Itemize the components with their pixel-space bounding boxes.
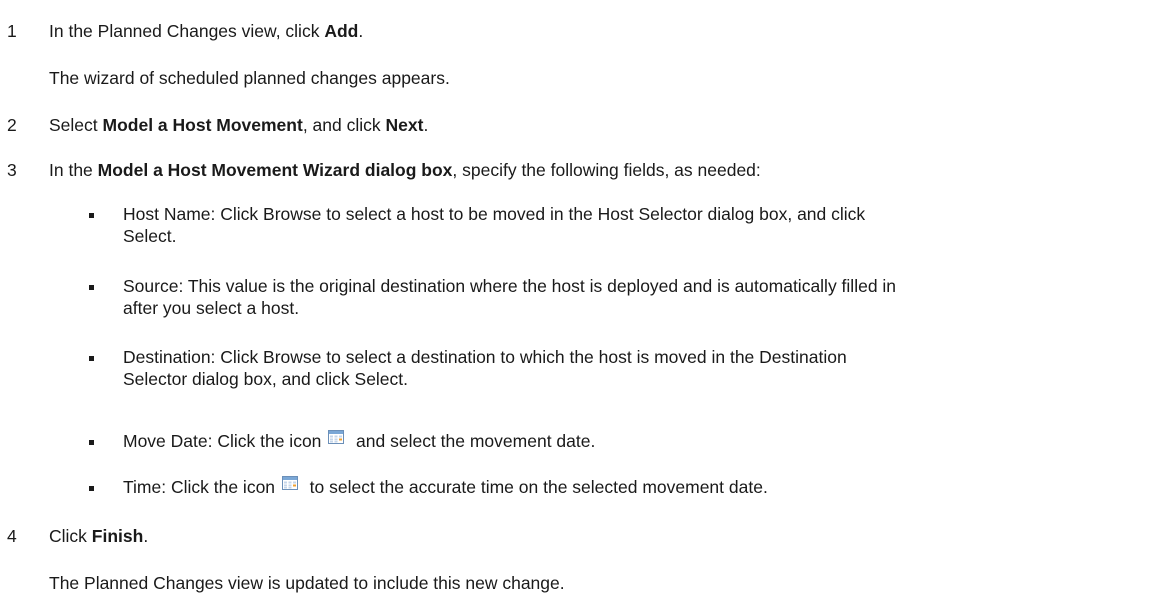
bullet-move-date-post: and select the movement date. [356,431,596,451]
step-4-post: . [143,526,149,546]
step-2-post: . [423,115,429,135]
step-number-3: 3 [7,160,17,180]
bullet-time-pre: Time: Click the icon [123,477,276,497]
step-4-text: Click Finish. [49,525,148,547]
calendar-icon[interactable] [281,476,298,490]
step-3-pre: In the [49,160,98,180]
bullet-time-post: to select the accurate time on the selec… [309,477,768,497]
bullet-line: Selector dialog box, and click Select. [123,369,409,389]
step-4-bold: Finish [91,526,144,546]
step-1-post: . [358,21,364,41]
bullet-move-date: Move Date: Click the icon and select the… [123,430,1163,452]
step-4-note: The Planned Changes view is updated to i… [49,573,565,593]
bullet-time: Time: Click the icon to select the accur… [123,476,1163,498]
step-2-bold: Model a Host Movement [102,115,303,135]
step-2-mid: , and click [302,115,386,135]
bullet-marker [89,356,94,361]
step-3-bold: Model a Host Movement Wizard dialog box [97,160,453,180]
step-3-post: , specify the following fields, as neede… [452,160,761,180]
bullet-marker [89,213,94,218]
bullet-line: Host Name: Click Browse to select a host… [123,204,866,224]
bullet-line: after you select a host. [123,298,300,318]
step-1-note: The wizard of scheduled planned changes … [49,68,450,88]
bullet-line: Select. [123,226,177,246]
step-number-2: 2 [7,115,17,135]
step-2-bold2: Next [385,115,424,135]
step-number-4: 4 [7,526,17,546]
bullet-marker [89,486,94,491]
calendar-icon[interactable] [328,430,345,444]
step-1-pre: In the Planned Changes view, click [49,21,325,41]
bullet-line: Source: This value is the original desti… [123,276,897,296]
bullet-line: Destination: Click Browse to select a de… [123,347,847,367]
bullet-marker [89,440,94,445]
step-4-pre: Click [49,526,92,546]
step-number-1: 1 [7,21,17,41]
bullet-move-date-pre: Move Date: Click the icon [123,431,322,451]
step-1-text: In the Planned Changes view, click Add. [49,20,363,42]
bullet-source: Source: This value is the original desti… [123,275,1163,319]
step-2-text: Select Model a Host Movement, and click … [49,114,428,136]
bullet-marker [89,285,94,290]
bullet-host-name: Host Name: Click Browse to select a host… [123,203,1163,247]
step-2-pre: Select [49,115,103,135]
bullet-destination: Destination: Click Browse to select a de… [123,346,1163,390]
step-3-text: In the Model a Host Movement Wizard dial… [49,159,761,181]
step-1-bold: Add [324,21,359,41]
